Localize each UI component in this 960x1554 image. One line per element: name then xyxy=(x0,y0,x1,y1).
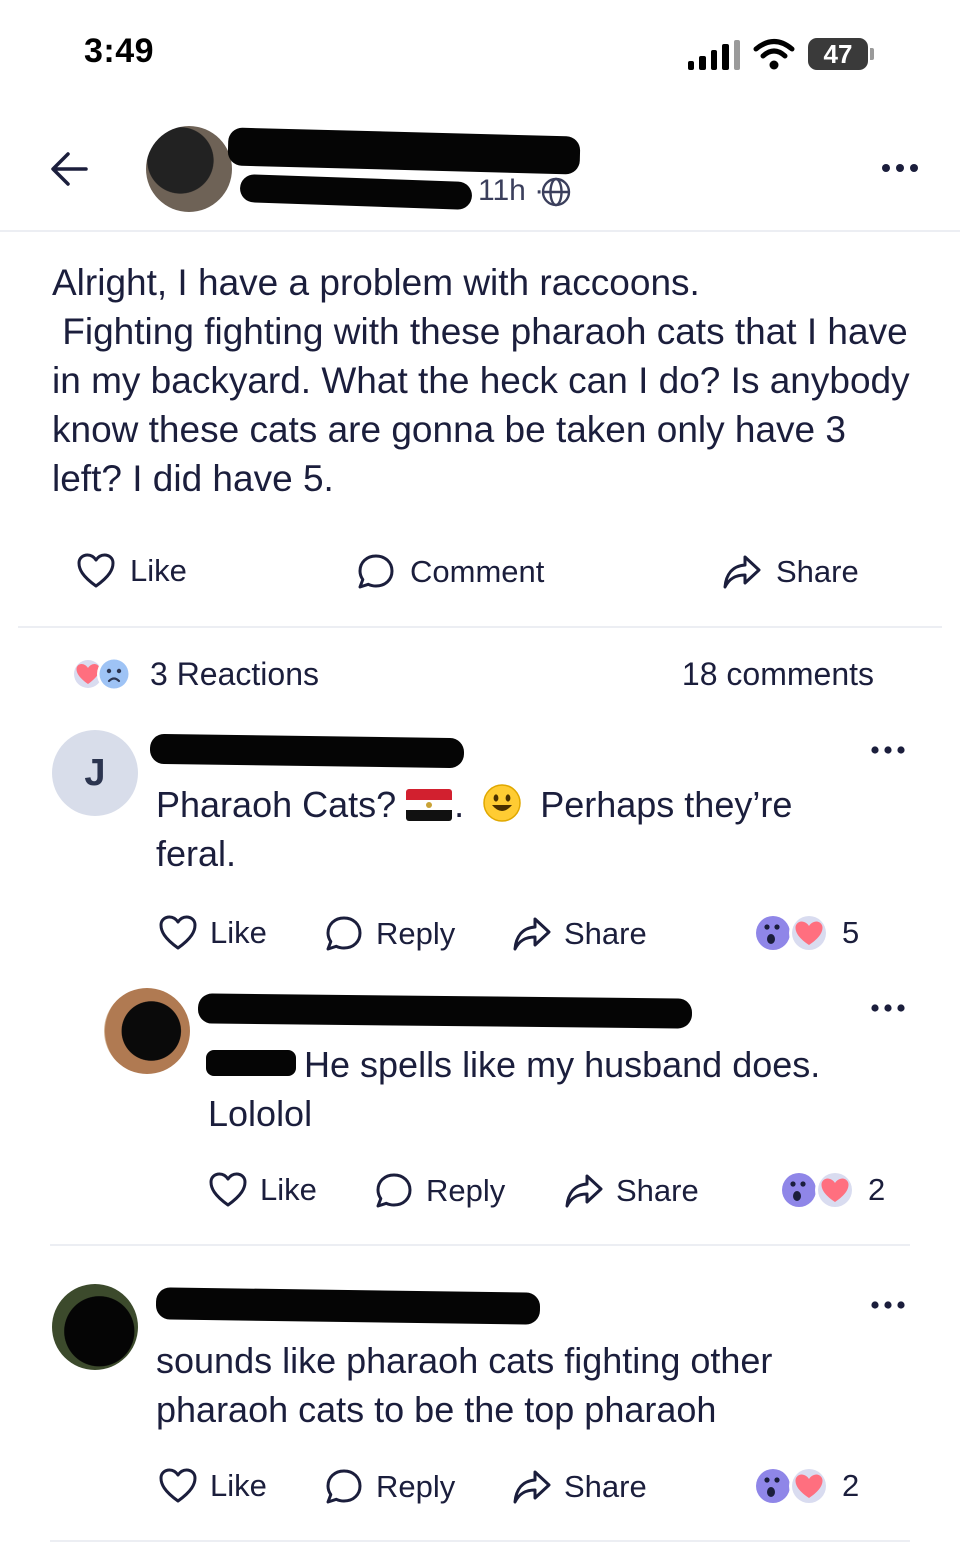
share-label: Share xyxy=(776,554,859,589)
reply-text: He spells like my husband does. Lololol xyxy=(208,1044,821,1134)
comment-share-button[interactable]: Share xyxy=(512,914,647,954)
comment-label: Comment xyxy=(410,554,545,589)
share-arrow-icon xyxy=(565,1174,603,1208)
share-arrow-icon xyxy=(513,1470,551,1504)
speech-bubble-icon xyxy=(376,1173,412,1208)
like-label: Like xyxy=(210,1468,267,1503)
smiley-emoji xyxy=(483,784,521,822)
reactions-count-label: 3 Reactions xyxy=(150,655,319,692)
comment-reactions[interactable]: 5 xyxy=(752,912,859,954)
heart-outline-icon xyxy=(77,553,115,588)
author-location-redacted xyxy=(239,173,473,211)
like-label: Like xyxy=(130,553,187,588)
like-label: Like xyxy=(260,1172,317,1207)
comment-reply-button[interactable]: Reply xyxy=(324,914,455,954)
actions-divider xyxy=(18,626,942,628)
comment-reaction-icons xyxy=(752,912,830,954)
comment-text: Pharaoh Cats? . Perhaps they’re feral. xyxy=(156,780,876,878)
comment-text-start: Pharaoh Cats? xyxy=(156,784,397,825)
like-label: Like xyxy=(210,915,267,950)
comment-text-dot: . xyxy=(454,784,465,825)
comment-3-share-button[interactable]: Share xyxy=(512,1467,647,1507)
globe-icon xyxy=(541,177,571,207)
comment-3-reaction-icons xyxy=(752,1465,830,1507)
cellular-signal-icon xyxy=(688,40,741,70)
heart-reaction-icon xyxy=(815,1170,855,1210)
battery-icon: 47 xyxy=(808,38,874,70)
heart-reaction-icon xyxy=(789,1466,829,1506)
post-timestamp: 11h · xyxy=(478,174,545,207)
comment-3-like-button[interactable]: Like xyxy=(158,1467,267,1505)
heart-reaction-icon xyxy=(789,913,829,953)
speech-bubble-icon xyxy=(358,554,394,589)
reaction-count: 5 xyxy=(842,915,860,950)
share-button[interactable]: Share xyxy=(722,552,859,592)
comment-more-icon[interactable] xyxy=(870,744,906,756)
reaction-count: 2 xyxy=(842,1468,860,1503)
comments-count-label[interactable]: 18 comments xyxy=(682,656,874,693)
status-time: 3:49 xyxy=(84,32,155,70)
back-arrow-icon[interactable] xyxy=(46,146,92,192)
post-body-text: Alright, I have a problem with raccoons.… xyxy=(52,262,910,499)
reaction-icons xyxy=(70,654,136,694)
share-label: Share xyxy=(564,916,647,951)
reaction-count: 2 xyxy=(868,1172,886,1207)
reply-name-redacted xyxy=(197,993,693,1029)
sad-reaction-icon xyxy=(97,657,131,691)
reactions-summary[interactable]: 3 Reactions xyxy=(70,654,319,694)
like-button[interactable]: Like xyxy=(76,552,187,590)
reply-avatar[interactable] xyxy=(104,988,190,1074)
reply-reaction-icons xyxy=(778,1169,856,1211)
heart-outline-icon xyxy=(159,915,197,950)
egypt-flag-emoji xyxy=(406,789,453,821)
comment-3-text: sounds like pharaoh cats fighting other … xyxy=(156,1340,773,1430)
comment-button[interactable]: Comment xyxy=(356,552,544,592)
reply-label: Reply xyxy=(376,916,456,951)
share-arrow-icon xyxy=(513,917,551,951)
header-divider xyxy=(0,230,960,232)
comment-divider xyxy=(50,1244,910,1246)
comment-3-reactions[interactable]: 2 xyxy=(752,1465,859,1507)
speech-bubble-icon xyxy=(326,916,362,951)
reply-share-button[interactable]: Share xyxy=(564,1171,699,1211)
author-name-redacted xyxy=(227,127,581,175)
reply-label: Reply xyxy=(376,1469,456,1504)
heart-outline-icon xyxy=(159,1468,197,1503)
speech-bubble-icon xyxy=(326,1469,362,1504)
comment-like-button[interactable]: Like xyxy=(158,914,267,952)
reply-reply-button[interactable]: Reply xyxy=(374,1171,505,1211)
share-label: Share xyxy=(616,1173,699,1208)
reply-label: Reply xyxy=(426,1173,506,1208)
author-avatar[interactable] xyxy=(146,126,232,212)
commenter-name-redacted xyxy=(149,733,465,769)
commenter-avatar-3[interactable] xyxy=(52,1284,138,1370)
commenter-3-name-redacted xyxy=(155,1287,541,1325)
heart-outline-icon xyxy=(209,1172,247,1207)
battery-level: 47 xyxy=(823,39,853,69)
comment-3-reply-button[interactable]: Reply xyxy=(324,1467,455,1507)
wifi-icon xyxy=(753,39,795,70)
more-options-icon[interactable] xyxy=(880,162,920,174)
share-label: Share xyxy=(564,1469,647,1504)
reply-like-button[interactable]: Like xyxy=(208,1171,317,1209)
commenter-avatar[interactable]: J xyxy=(52,730,138,816)
bottom-divider xyxy=(50,1540,910,1542)
reply-reactions[interactable]: 2 xyxy=(778,1169,885,1211)
reply-more-icon[interactable] xyxy=(870,1002,906,1014)
comment-3-more-icon[interactable] xyxy=(870,1299,906,1311)
share-arrow-icon xyxy=(723,555,761,589)
